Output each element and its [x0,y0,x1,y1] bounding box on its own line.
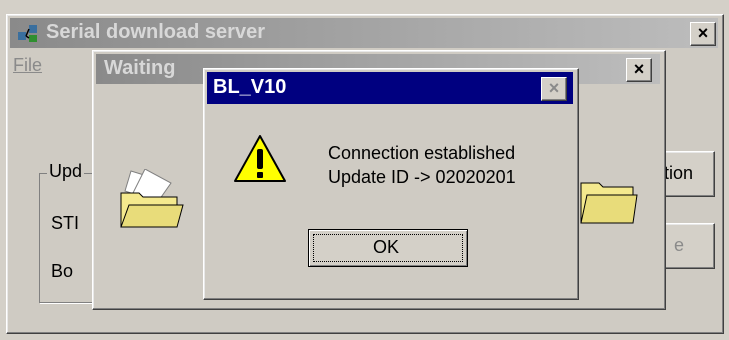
close-icon: × [633,59,645,79]
folder-open-icon [117,168,185,233]
dialog-title-bar[interactable]: BL_V10 × [207,72,573,104]
app-icon [16,22,40,44]
update-group-label: Upd [47,161,85,182]
close-icon: × [697,23,709,43]
folder-icon [579,175,639,227]
waiting-window-title: Waiting [104,57,176,79]
dialog-title: BL_V10 [213,76,287,98]
warning-icon [232,133,288,185]
bo-label: Bo [51,261,74,281]
waiting-close-button[interactable]: × [626,58,652,82]
main-window-title: Serial download server [46,21,265,43]
dialog-close-button[interactable]: × [541,77,567,101]
sti-label: STI [51,213,80,233]
dialog-message-line2: Update ID -> 02020201 [328,167,516,187]
close-icon: × [548,78,560,98]
ok-button[interactable]: OK [308,229,468,267]
bl-v10-dialog: BL_V10 × Connection established Update I… [203,68,579,300]
main-title-bar[interactable]: Serial download server × [10,18,718,48]
dialog-message-line1: Connection established [328,143,516,163]
menu-file[interactable]: File [13,55,42,76]
ok-label: OK [373,237,400,257]
main-close-button[interactable]: × [690,22,716,46]
